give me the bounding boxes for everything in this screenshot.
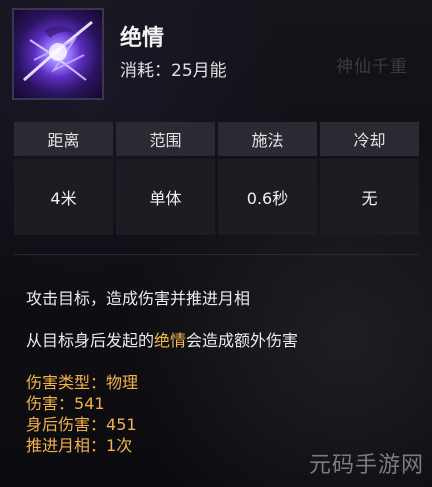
stat-value-cooldown: 无 <box>320 159 419 235</box>
stat-header-cast: 施法 <box>218 122 317 156</box>
background-text: 神仙千重 <box>336 57 408 77</box>
property-key: 伤害类型： <box>26 373 107 392</box>
stat-value-cast: 0.6秒 <box>218 159 317 235</box>
description-line-1: 攻击目标，造成伤害并推进月相 <box>26 289 251 308</box>
property-key: 伤害： <box>26 394 75 413</box>
property-row: 伤害类型：物理 <box>26 372 138 393</box>
property-row: 伤害：541 <box>26 393 138 414</box>
stat-header-range: 距离 <box>14 122 113 156</box>
property-key: 身后伤害： <box>26 415 107 434</box>
property-row: 身后伤害：451 <box>26 414 138 435</box>
description-line-2: 从目标身后发起的绝情会造成额外伤害 <box>26 327 298 351</box>
skill-name-highlight: 绝情 <box>154 331 187 350</box>
skill-tooltip: 绝情 消耗：25月能 神仙千重 距离 范围 施法 冷却 4米 单体 0.6秒 无… <box>0 0 432 487</box>
purple-slash-icon <box>12 8 104 100</box>
skill-properties: 伤害类型：物理 伤害：541 身后伤害：451 推进月相：1次 <box>26 372 138 456</box>
property-row: 推进月相：1次 <box>26 435 138 456</box>
property-value: 1次 <box>106 436 133 455</box>
stat-header-cooldown: 冷却 <box>320 122 419 156</box>
skill-header: 绝情 消耗：25月能 神仙千重 <box>12 8 422 102</box>
stat-value-area: 单体 <box>116 159 215 235</box>
description-text: 会造成额外伤害 <box>186 331 299 350</box>
property-value: 物理 <box>106 373 139 392</box>
description-text: 从目标身后发起的 <box>26 331 155 350</box>
site-watermark: 元码手游网 <box>308 453 424 478</box>
stat-value-range: 4米 <box>14 159 113 235</box>
divider <box>14 254 419 255</box>
stat-header-area: 范围 <box>116 122 215 156</box>
property-key: 推进月相： <box>26 436 107 455</box>
skill-stats-table: 距离 范围 施法 冷却 4米 单体 0.6秒 无 <box>14 122 419 236</box>
property-value: 451 <box>106 415 137 434</box>
skill-cost: 消耗：25月能 <box>120 61 227 81</box>
skill-name: 绝情 <box>120 26 165 51</box>
property-value: 541 <box>74 394 105 413</box>
